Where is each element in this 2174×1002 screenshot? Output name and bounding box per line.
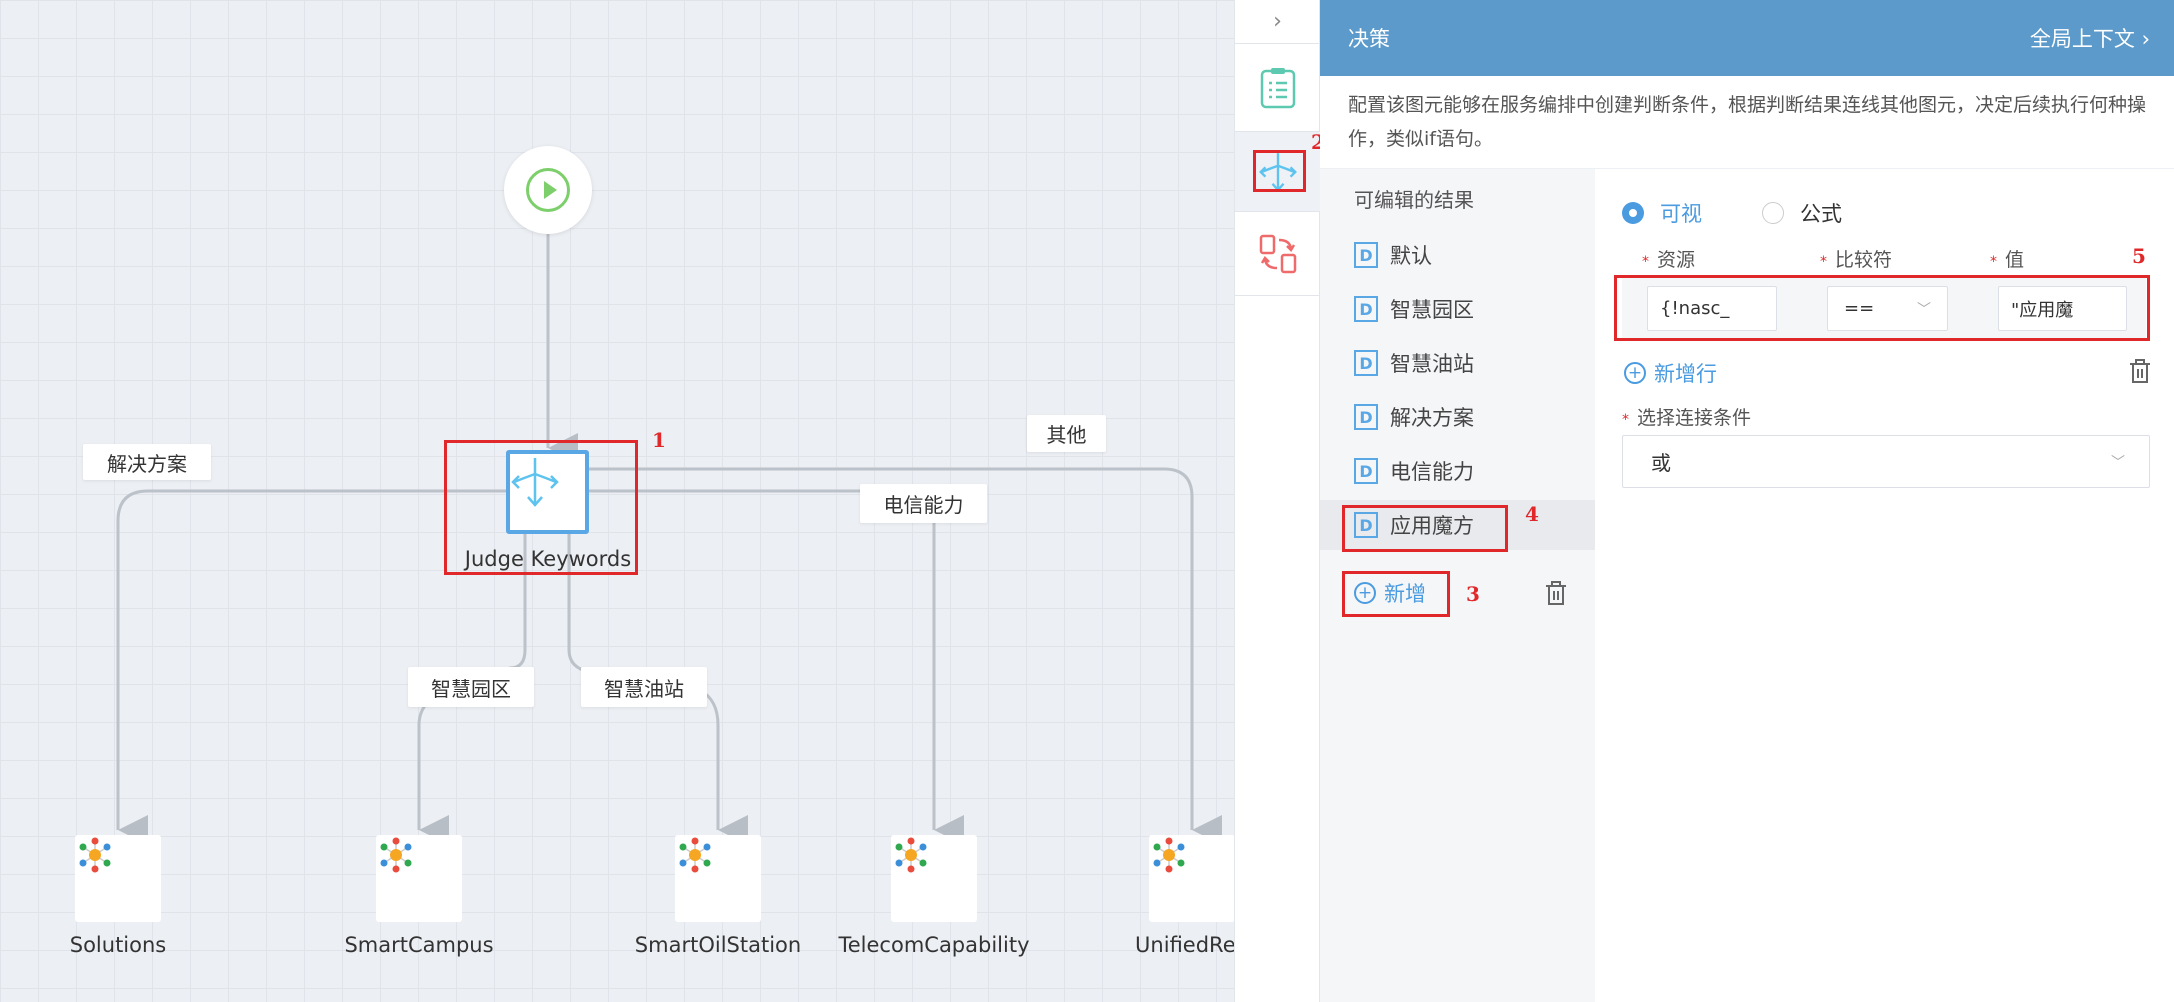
service-node-label: TelecomCapability [838, 933, 1030, 957]
panel-description: 配置该图元能够在服务编排中创建判断条件，根据判断结果连线其他图元，决定后续执行何… [1320, 76, 2174, 169]
clipboard-list-icon [1260, 67, 1295, 108]
operator-label: * 比较符 [1820, 249, 1893, 271]
delete-result-button[interactable] [1544, 580, 1568, 610]
global-context-link[interactable]: 全局上下文 › [2030, 23, 2150, 53]
tool-properties[interactable] [1235, 44, 1320, 132]
side-toolbar: › 2 [1234, 0, 1325, 1002]
annotation-box-2 [1253, 150, 1306, 192]
decision-badge-icon: D [1354, 404, 1378, 430]
result-item[interactable]: D 解决方案 [1320, 392, 1595, 442]
edge-label-oil[interactable]: 智慧油站 [581, 667, 707, 707]
start-node[interactable] [504, 146, 592, 234]
edge-label-campus[interactable]: 智慧园区 [408, 667, 534, 707]
service-molecule-icon [1153, 837, 1185, 873]
edge-label-solutions[interactable]: 解决方案 [83, 444, 211, 480]
play-icon [543, 181, 557, 199]
connect-condition-label: * 选择连接条件 [1622, 407, 1752, 429]
annotation-box-3 [1342, 571, 1450, 617]
add-row-button[interactable]: + 新增行 [1624, 358, 1717, 388]
decision-badge-icon: D [1354, 350, 1378, 376]
properties-panel: 决策 全局上下文 › 配置该图元能够在服务编排中创建判断条件，根据判断结果连线其… [1320, 0, 2174, 1002]
edge-other [589, 467, 1222, 845]
panel-title: 决策 [1348, 27, 1390, 51]
result-item[interactable]: D 智慧园区 [1320, 284, 1595, 334]
service-node[interactable] [675, 835, 761, 922]
annotation-box-5 [1614, 275, 2150, 341]
edge-label-telecom[interactable]: 电信能力 [860, 484, 987, 523]
annotation-3: 3 [1466, 582, 1480, 606]
annotation-4: 4 [1525, 502, 1539, 526]
trash-icon [2130, 359, 2150, 383]
panel-header: 决策 全局上下文 › [1320, 0, 2174, 76]
resource-label: * 资源 [1642, 249, 1696, 271]
connect-condition-select[interactable]: 或 ﹀ [1622, 435, 2150, 488]
service-node[interactable] [1149, 835, 1234, 922]
collapse-button[interactable]: › [1235, 0, 1320, 44]
service-molecule-icon [79, 837, 111, 873]
swap-icon [1259, 234, 1296, 273]
annotation-box-1 [444, 440, 638, 575]
decision-badge-icon: D [1354, 242, 1378, 268]
flow-canvas[interactable]: Judge Keywords 1 解决方案 其他 电信能力 智慧园区 智慧油站 … [0, 0, 1234, 1002]
service-node[interactable] [376, 835, 462, 922]
value-label: * 值 [1990, 249, 2025, 271]
service-molecule-icon [679, 837, 711, 873]
decision-badge-icon: D [1354, 458, 1378, 484]
service-molecule-icon [895, 837, 927, 873]
mode-visual-radio[interactable]: 可视 [1622, 198, 1702, 228]
service-node-label: SmartCampus [344, 933, 494, 957]
result-item[interactable]: D 电信能力 [1320, 446, 1595, 496]
annotation-box-4 [1342, 505, 1508, 552]
delete-row-button[interactable] [2128, 358, 2152, 388]
decision-badge-icon: D [1354, 296, 1378, 322]
service-node[interactable] [891, 835, 977, 922]
radio-unchecked-icon [1762, 202, 1784, 224]
trash-icon [1546, 581, 1566, 605]
plus-circle-icon: + [1624, 362, 1646, 384]
edge-telecom [589, 489, 964, 845]
service-node-label: Solutions [69, 933, 167, 957]
result-item[interactable]: D 智慧油站 [1320, 338, 1595, 388]
mode-formula-radio[interactable]: 公式 [1762, 198, 1842, 228]
result-item[interactable]: D 默认 [1320, 230, 1595, 280]
chevron-right-icon: › [1273, 9, 1282, 34]
chevron-down-icon: ﹀ [2111, 454, 2125, 471]
annotation-5: 5 [2132, 244, 2146, 268]
tool-mapping[interactable] [1235, 212, 1320, 296]
annotation-1: 1 [652, 428, 666, 452]
results-title: 可编辑的结果 [1354, 188, 1474, 212]
service-molecule-icon [380, 837, 412, 873]
service-node-label: UnifiedRep [1135, 933, 1234, 957]
edge-label-other[interactable]: 其他 [1027, 415, 1106, 452]
radio-checked-icon [1622, 202, 1644, 224]
service-node[interactable] [75, 835, 161, 922]
service-node-label: SmartOilStation [634, 933, 802, 957]
